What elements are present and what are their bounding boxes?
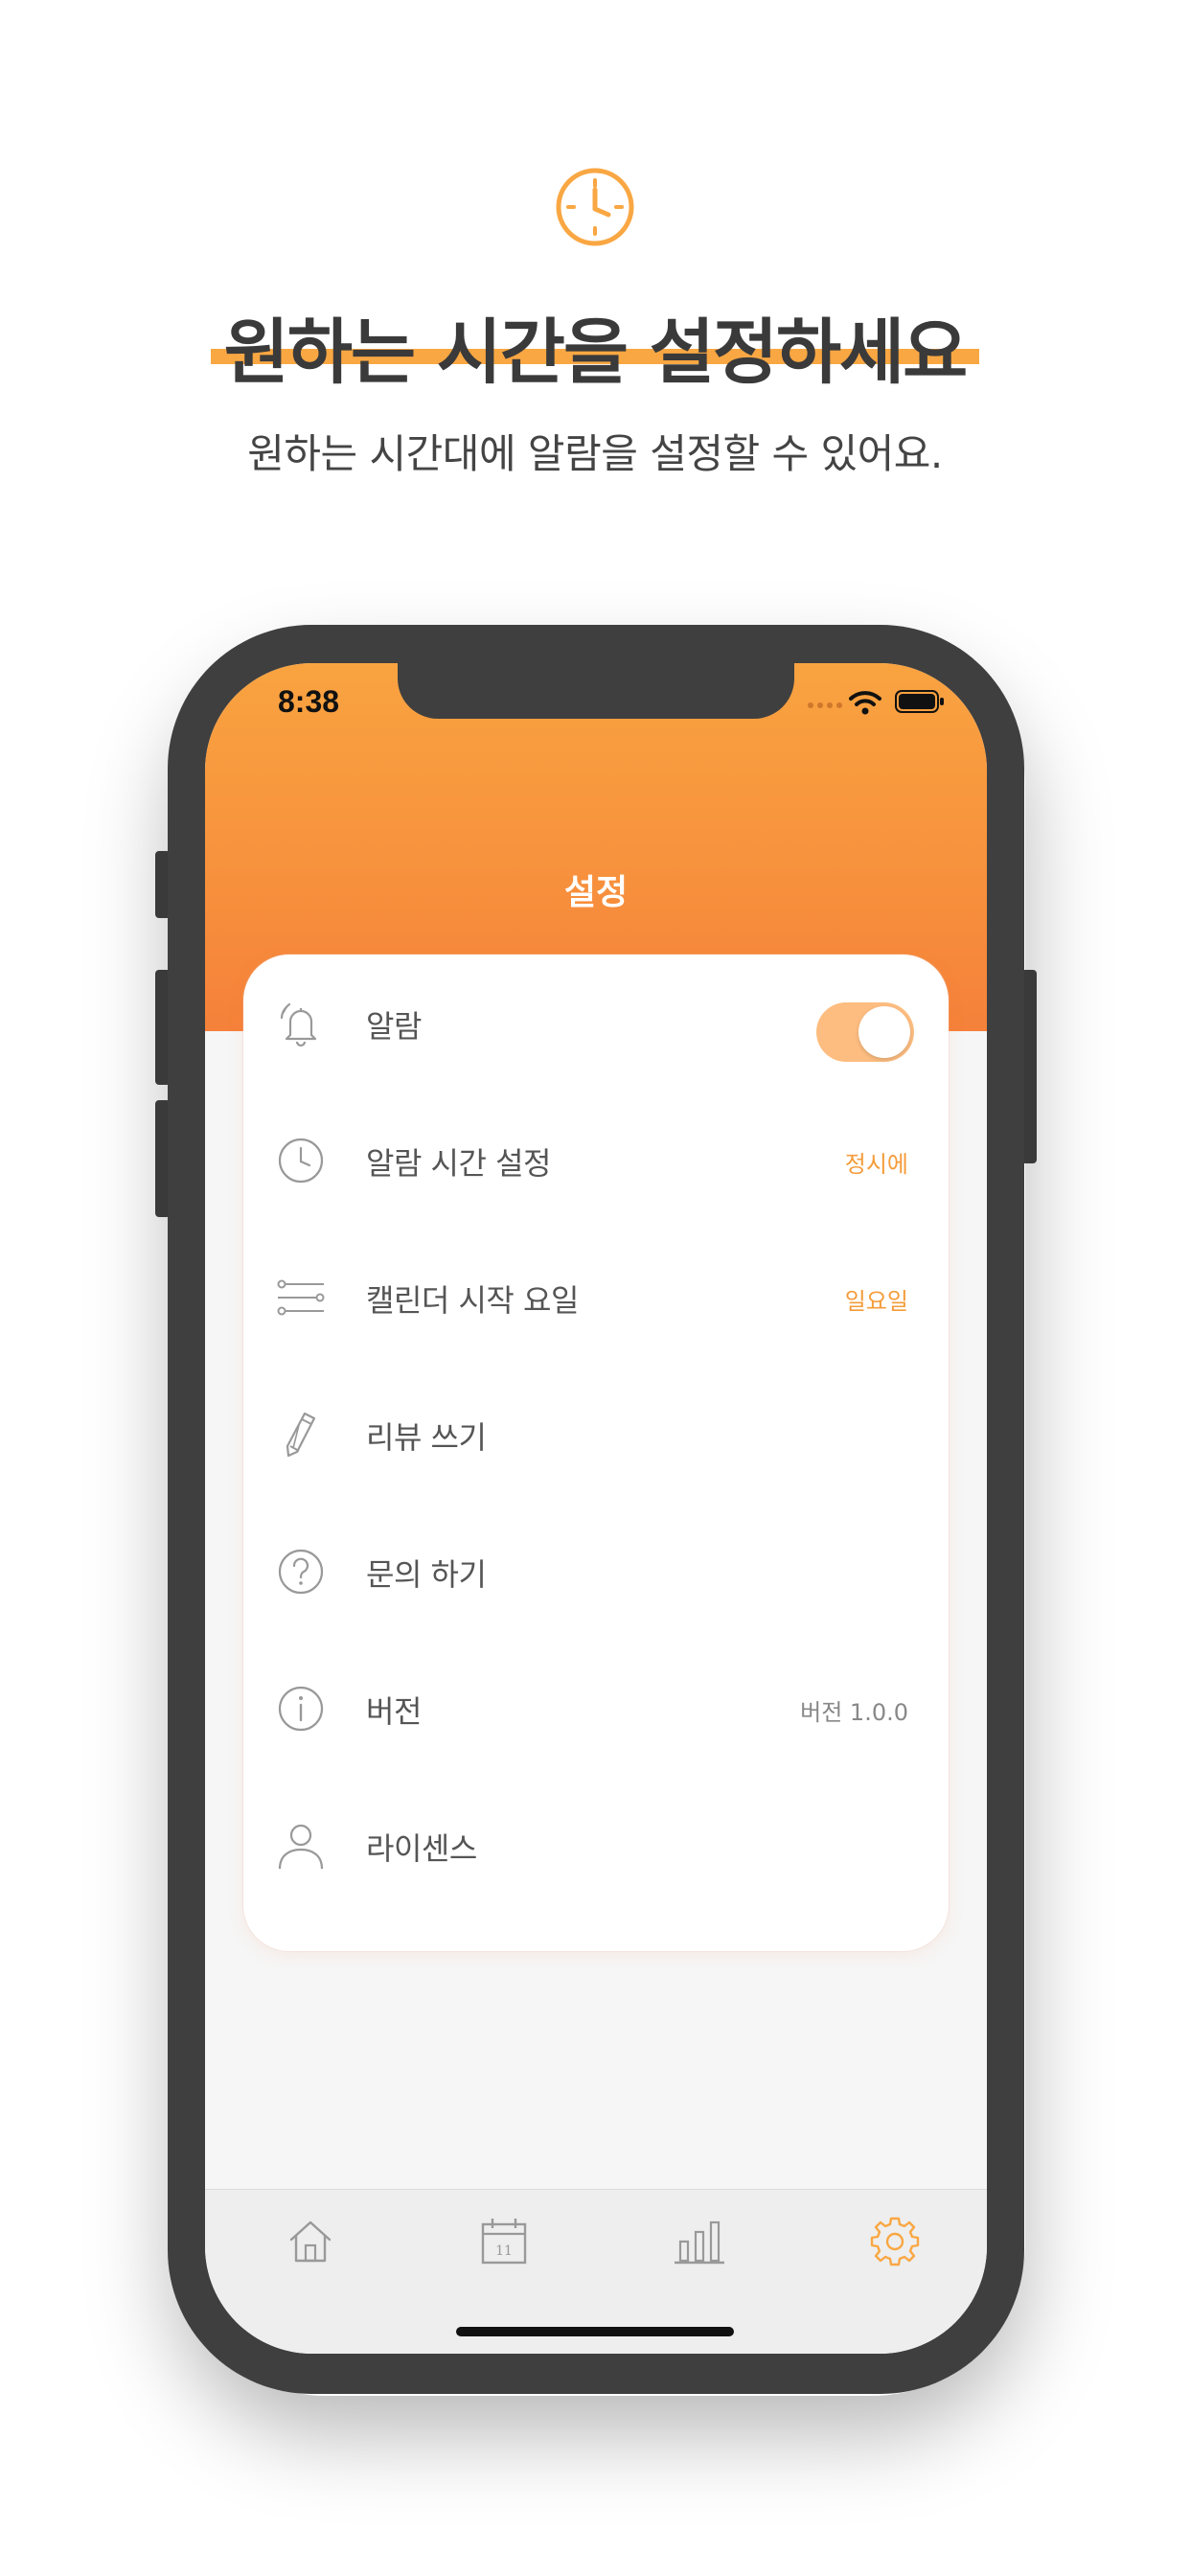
clock-icon	[278, 1138, 324, 1184]
promo-title: 원하는 시간을 설정하세요	[210, 305, 980, 401]
settings-row-version[interactable]: 버전 버전 1.0.0	[243, 1640, 949, 1777]
bar-chart-icon[interactable]	[671, 2213, 728, 2270]
home-icon[interactable]	[282, 2213, 339, 2270]
status-time: 8:38	[278, 684, 340, 719]
question-icon	[278, 1549, 324, 1595]
settings-row-label: 캘린더 시작 요일	[366, 1282, 579, 1319]
settings-row-value: 버전 1.0.0	[800, 1699, 908, 1726]
sliders-icon	[277, 1279, 325, 1316]
gear-icon[interactable]	[866, 2213, 924, 2270]
person-icon	[278, 1824, 324, 1870]
nav-title: 설정	[563, 873, 629, 912]
signal-dots	[808, 702, 842, 708]
settings-row-label: 버전	[366, 1693, 422, 1730]
clock-icon	[556, 168, 634, 246]
settings-card: 알람 알람 시간 설정 정시에 캘린더 시작 요일 일요일 리뷰 쓰기 문의 하…	[243, 954, 949, 1951]
settings-row-contact[interactable]: 문의 하기	[243, 1503, 949, 1640]
settings-row-label: 라이센스	[366, 1830, 477, 1867]
pencil-icon	[286, 1412, 316, 1458]
settings-row-value: 일요일	[844, 1288, 908, 1315]
wifi-icon	[849, 691, 881, 715]
bell-icon	[280, 1002, 317, 1047]
toggle-knob	[858, 1006, 910, 1058]
settings-row-calendar-start-day[interactable]: 캘린더 시작 요일 일요일	[243, 1229, 949, 1366]
settings-row-label: 알람 시간 설정	[366, 1145, 551, 1182]
settings-row-label: 알람	[366, 1008, 422, 1045]
settings-row-alarm-time[interactable]: 알람 시간 설정 정시에	[243, 1092, 949, 1229]
info-icon	[278, 1686, 324, 1732]
calendar-icon[interactable]: 11	[475, 2213, 533, 2270]
calendar-date: 11	[495, 2243, 513, 2259]
alarm-toggle[interactable]	[816, 1002, 914, 1062]
settings-row-license[interactable]: 라이센스	[243, 1777, 949, 1914]
home-indicator[interactable]	[456, 2327, 734, 2336]
notch	[398, 663, 794, 719]
settings-row-label: 문의 하기	[366, 1556, 487, 1593]
settings-row-alarm[interactable]: 알람	[243, 954, 949, 1092]
phone-frame: 8:38 설정 알람 알람 시간 설정 정시에 캘린더 시작 요일 일요일 리뷰…	[168, 625, 1024, 2394]
promo-subtitle: 원하는 시간대에 알람을 설정할 수 있어요.	[247, 430, 943, 477]
battery-icon	[895, 690, 944, 713]
settings-row-label: 리뷰 쓰기	[366, 1419, 487, 1456]
app-screen: 8:38 설정 알람 알람 시간 설정 정시에 캘린더 시작 요일 일요일 리뷰…	[205, 663, 987, 2354]
settings-row-write-review[interactable]: 리뷰 쓰기	[243, 1366, 949, 1503]
settings-row-value: 정시에	[844, 1151, 908, 1178]
